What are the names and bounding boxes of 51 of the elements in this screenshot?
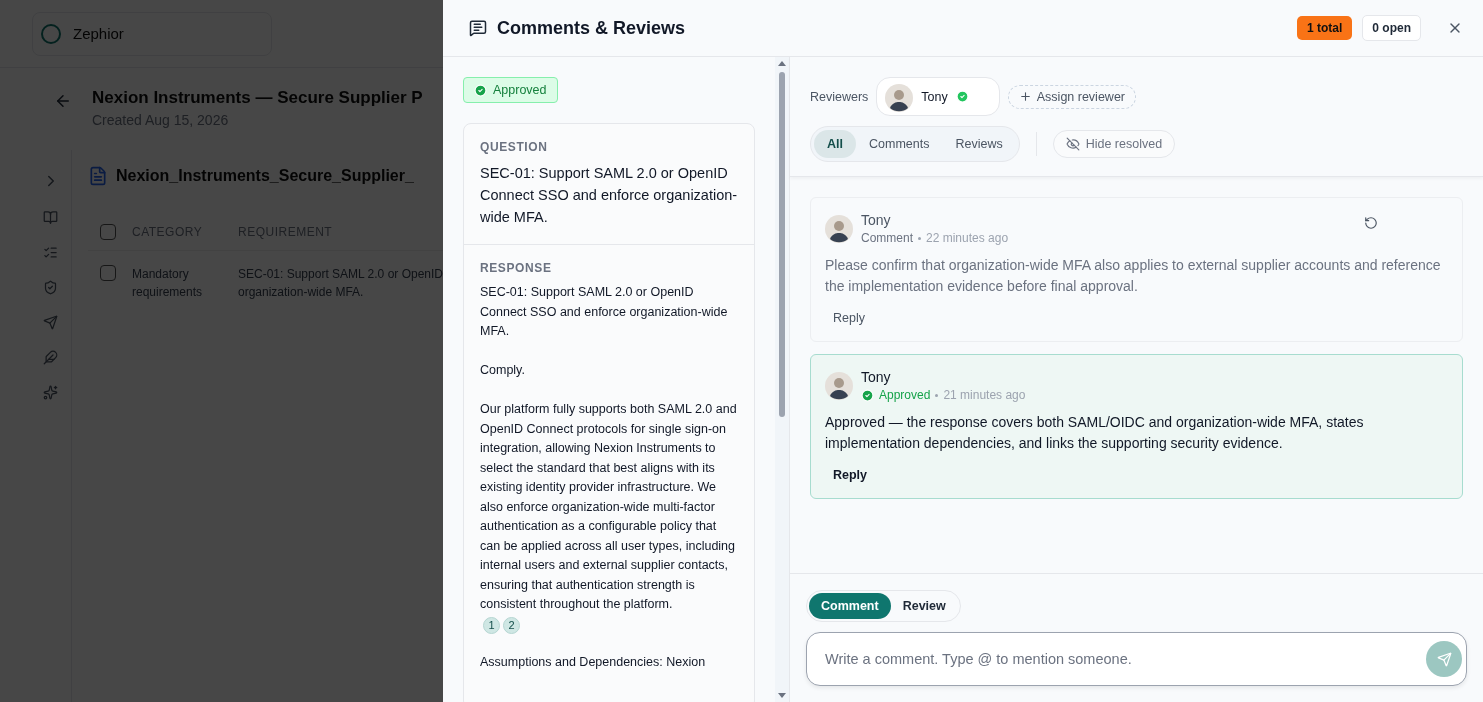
- reviewers-label: Reviewers: [810, 89, 869, 104]
- send-icon: [1436, 651, 1452, 667]
- comment-time: 21 minutes ago: [943, 388, 1026, 402]
- total-count-badge: 1 total: [1297, 16, 1353, 40]
- reply-button[interactable]: Reply: [825, 462, 876, 488]
- filter-tab[interactable]: Comments: [856, 130, 943, 158]
- table-cell-text: Mandatory requirements: [132, 266, 204, 301]
- citation-badge[interactable]: 1: [483, 616, 500, 634]
- mode-tab[interactable]: Comment: [809, 593, 891, 619]
- comment-type: Approved: [879, 388, 931, 402]
- response-text: Comply.: [480, 362, 526, 379]
- question-text: SEC-01: Support SAML 2.0 or OpenID Connect SSO and enforce organization-wide MFA.: [480, 164, 738, 227]
- avatar-icon: [885, 84, 914, 112]
- approved-icon: [861, 388, 874, 402]
- comment-author: Tony: [861, 369, 892, 385]
- filter-tab[interactable]: Reviews: [942, 130, 1016, 158]
- check-circle-icon: [474, 83, 487, 97]
- response-text: Our platform fully supports both SAML 2.0 and OpenID Connect protocols for single sign-on integration, allowing Nexion Instruments to select the standard that best aligns with its existing identity provider infrastructure. We also enforce organization-wide multi-factor authentication as a configurable policy that can be applied across all user types, including internal users and external supplier contacts, ensuring that authentication strength is consistent throughout the platform.: [480, 401, 738, 613]
- comment-input[interactable]: Write a comment. Type @ to mention someone.: [806, 632, 1467, 686]
- response-text: Assumptions and Dependencies: Nexion: [480, 654, 707, 671]
- avatar-icon: [825, 215, 853, 243]
- page-title: Nexion Instruments — Secure Supplier P: [92, 88, 423, 108]
- scroll-down-icon[interactable]: [778, 693, 786, 698]
- avatar-icon: [825, 372, 853, 400]
- scrollbar-thumb[interactable]: [779, 72, 785, 417]
- comment-type: Comment: [861, 231, 913, 245]
- reopen-icon[interactable]: [1364, 216, 1378, 230]
- reviewer-chip[interactable]: Tony: [876, 77, 1000, 116]
- plus-icon: [1018, 90, 1032, 103]
- section-label: QUESTION: [480, 140, 549, 154]
- comment-text: Approved — the response covers both SAML/OIDC and organization-wide MFA, states implementation dependencies, and links the supporting security evidence.: [825, 413, 1365, 453]
- open-count-badge: 0 open: [1362, 15, 1421, 41]
- hide-resolved-button[interactable]: Hide resolved: [1052, 130, 1176, 158]
- comment-text: Please confirm that organization-wide MFA also applies to external supplier accounts and reference the implementation evidence before final approval.: [825, 256, 1442, 296]
- status-badge: Approved: [463, 77, 558, 103]
- eye-off-icon: [1065, 137, 1080, 151]
- drawer-title: Comments & Reviews: [497, 17, 687, 39]
- filter-tab[interactable]: All: [814, 130, 856, 158]
- comment-time: 22 minutes ago: [926, 231, 1009, 245]
- response-text: SEC-01: Support SAML 2.0 or OpenID Connect SSO and enforce organization-wide MFA.: [480, 284, 729, 340]
- table-cell-text: organization-wide MFA.: [238, 284, 365, 301]
- reply-button[interactable]: Reply: [825, 305, 873, 331]
- section-label: RESPONSE: [480, 261, 553, 275]
- comment-icon: [469, 19, 487, 37]
- document-title: Nexion_Instruments_Secure_Supplier_: [116, 167, 414, 185]
- mode-tab[interactable]: Review: [890, 593, 958, 619]
- comment-author: Tony: [861, 212, 892, 228]
- citation-badge[interactable]: 2: [503, 616, 520, 634]
- brand-name: Zephior: [73, 25, 124, 42]
- scroll-up-icon[interactable]: [778, 61, 786, 66]
- reviewer-name: Tony: [921, 89, 948, 104]
